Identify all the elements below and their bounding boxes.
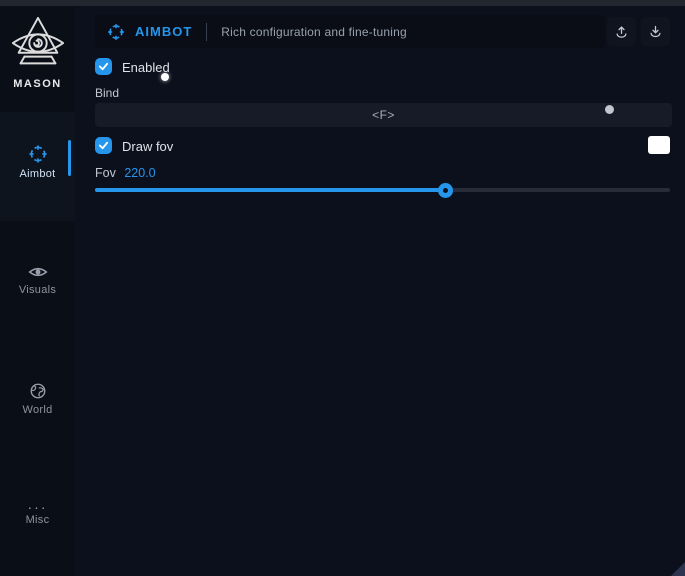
page-title: AIMBOT bbox=[135, 24, 192, 39]
bind-label: Bind bbox=[95, 86, 119, 100]
export-config-button[interactable] bbox=[607, 17, 636, 46]
sidebar-item-label: Misc bbox=[0, 514, 75, 526]
sidebar-item-misc[interactable]: ··· Misc bbox=[0, 498, 75, 546]
draw-fov-checkbox[interactable] bbox=[95, 137, 112, 154]
download-icon bbox=[648, 24, 663, 39]
fov-value-row: Fov 220.0 bbox=[95, 166, 156, 180]
window-resize-corner bbox=[671, 562, 685, 576]
eye-icon bbox=[28, 264, 48, 280]
eye-pyramid-logo-icon bbox=[9, 14, 67, 76]
brand-name: MASON bbox=[0, 78, 75, 90]
mason-menu-window: MASON Aimbot Visuals bbox=[0, 0, 685, 576]
crosshair-icon bbox=[107, 23, 125, 41]
window-top-edge bbox=[0, 0, 685, 6]
page-header: AIMBOT Rich configuration and fine-tunin… bbox=[95, 15, 605, 48]
fov-slider[interactable] bbox=[95, 188, 670, 192]
sidebar-item-label: Aimbot bbox=[0, 168, 75, 180]
sidebar-item-aimbot[interactable]: Aimbot bbox=[0, 112, 75, 221]
checkmark-icon bbox=[98, 140, 109, 151]
upload-icon bbox=[614, 24, 629, 39]
crosshair-icon bbox=[28, 144, 48, 164]
header-divider bbox=[206, 23, 207, 41]
cursor-trail-dot bbox=[605, 105, 614, 114]
sidebar: MASON Aimbot Visuals bbox=[0, 6, 75, 576]
fov-color-swatch[interactable] bbox=[648, 136, 670, 154]
brand-logo: MASON bbox=[0, 14, 75, 90]
fov-label: Fov bbox=[95, 166, 116, 180]
globe-icon bbox=[29, 382, 47, 400]
checkmark-icon bbox=[98, 61, 109, 72]
fov-slider-fill bbox=[95, 188, 446, 192]
sidebar-item-label: Visuals bbox=[0, 284, 75, 296]
mouse-cursor-dot bbox=[161, 73, 169, 81]
enabled-checkbox[interactable] bbox=[95, 58, 112, 75]
ellipsis-icon: ··· bbox=[0, 502, 75, 514]
import-config-button[interactable] bbox=[641, 17, 670, 46]
active-tab-indicator bbox=[68, 140, 71, 176]
sidebar-item-label: World bbox=[0, 404, 75, 416]
fov-value: 220.0 bbox=[124, 166, 155, 180]
draw-fov-label: Draw fov bbox=[122, 139, 173, 154]
fov-slider-thumb[interactable] bbox=[438, 183, 453, 198]
sidebar-item-visuals[interactable]: Visuals bbox=[0, 258, 75, 310]
bind-keybind-button[interactable]: <F> bbox=[95, 103, 672, 127]
bind-value: <F> bbox=[372, 108, 395, 122]
sidebar-item-world[interactable]: World bbox=[0, 376, 75, 428]
page-subtitle: Rich configuration and fine-tuning bbox=[221, 25, 407, 39]
